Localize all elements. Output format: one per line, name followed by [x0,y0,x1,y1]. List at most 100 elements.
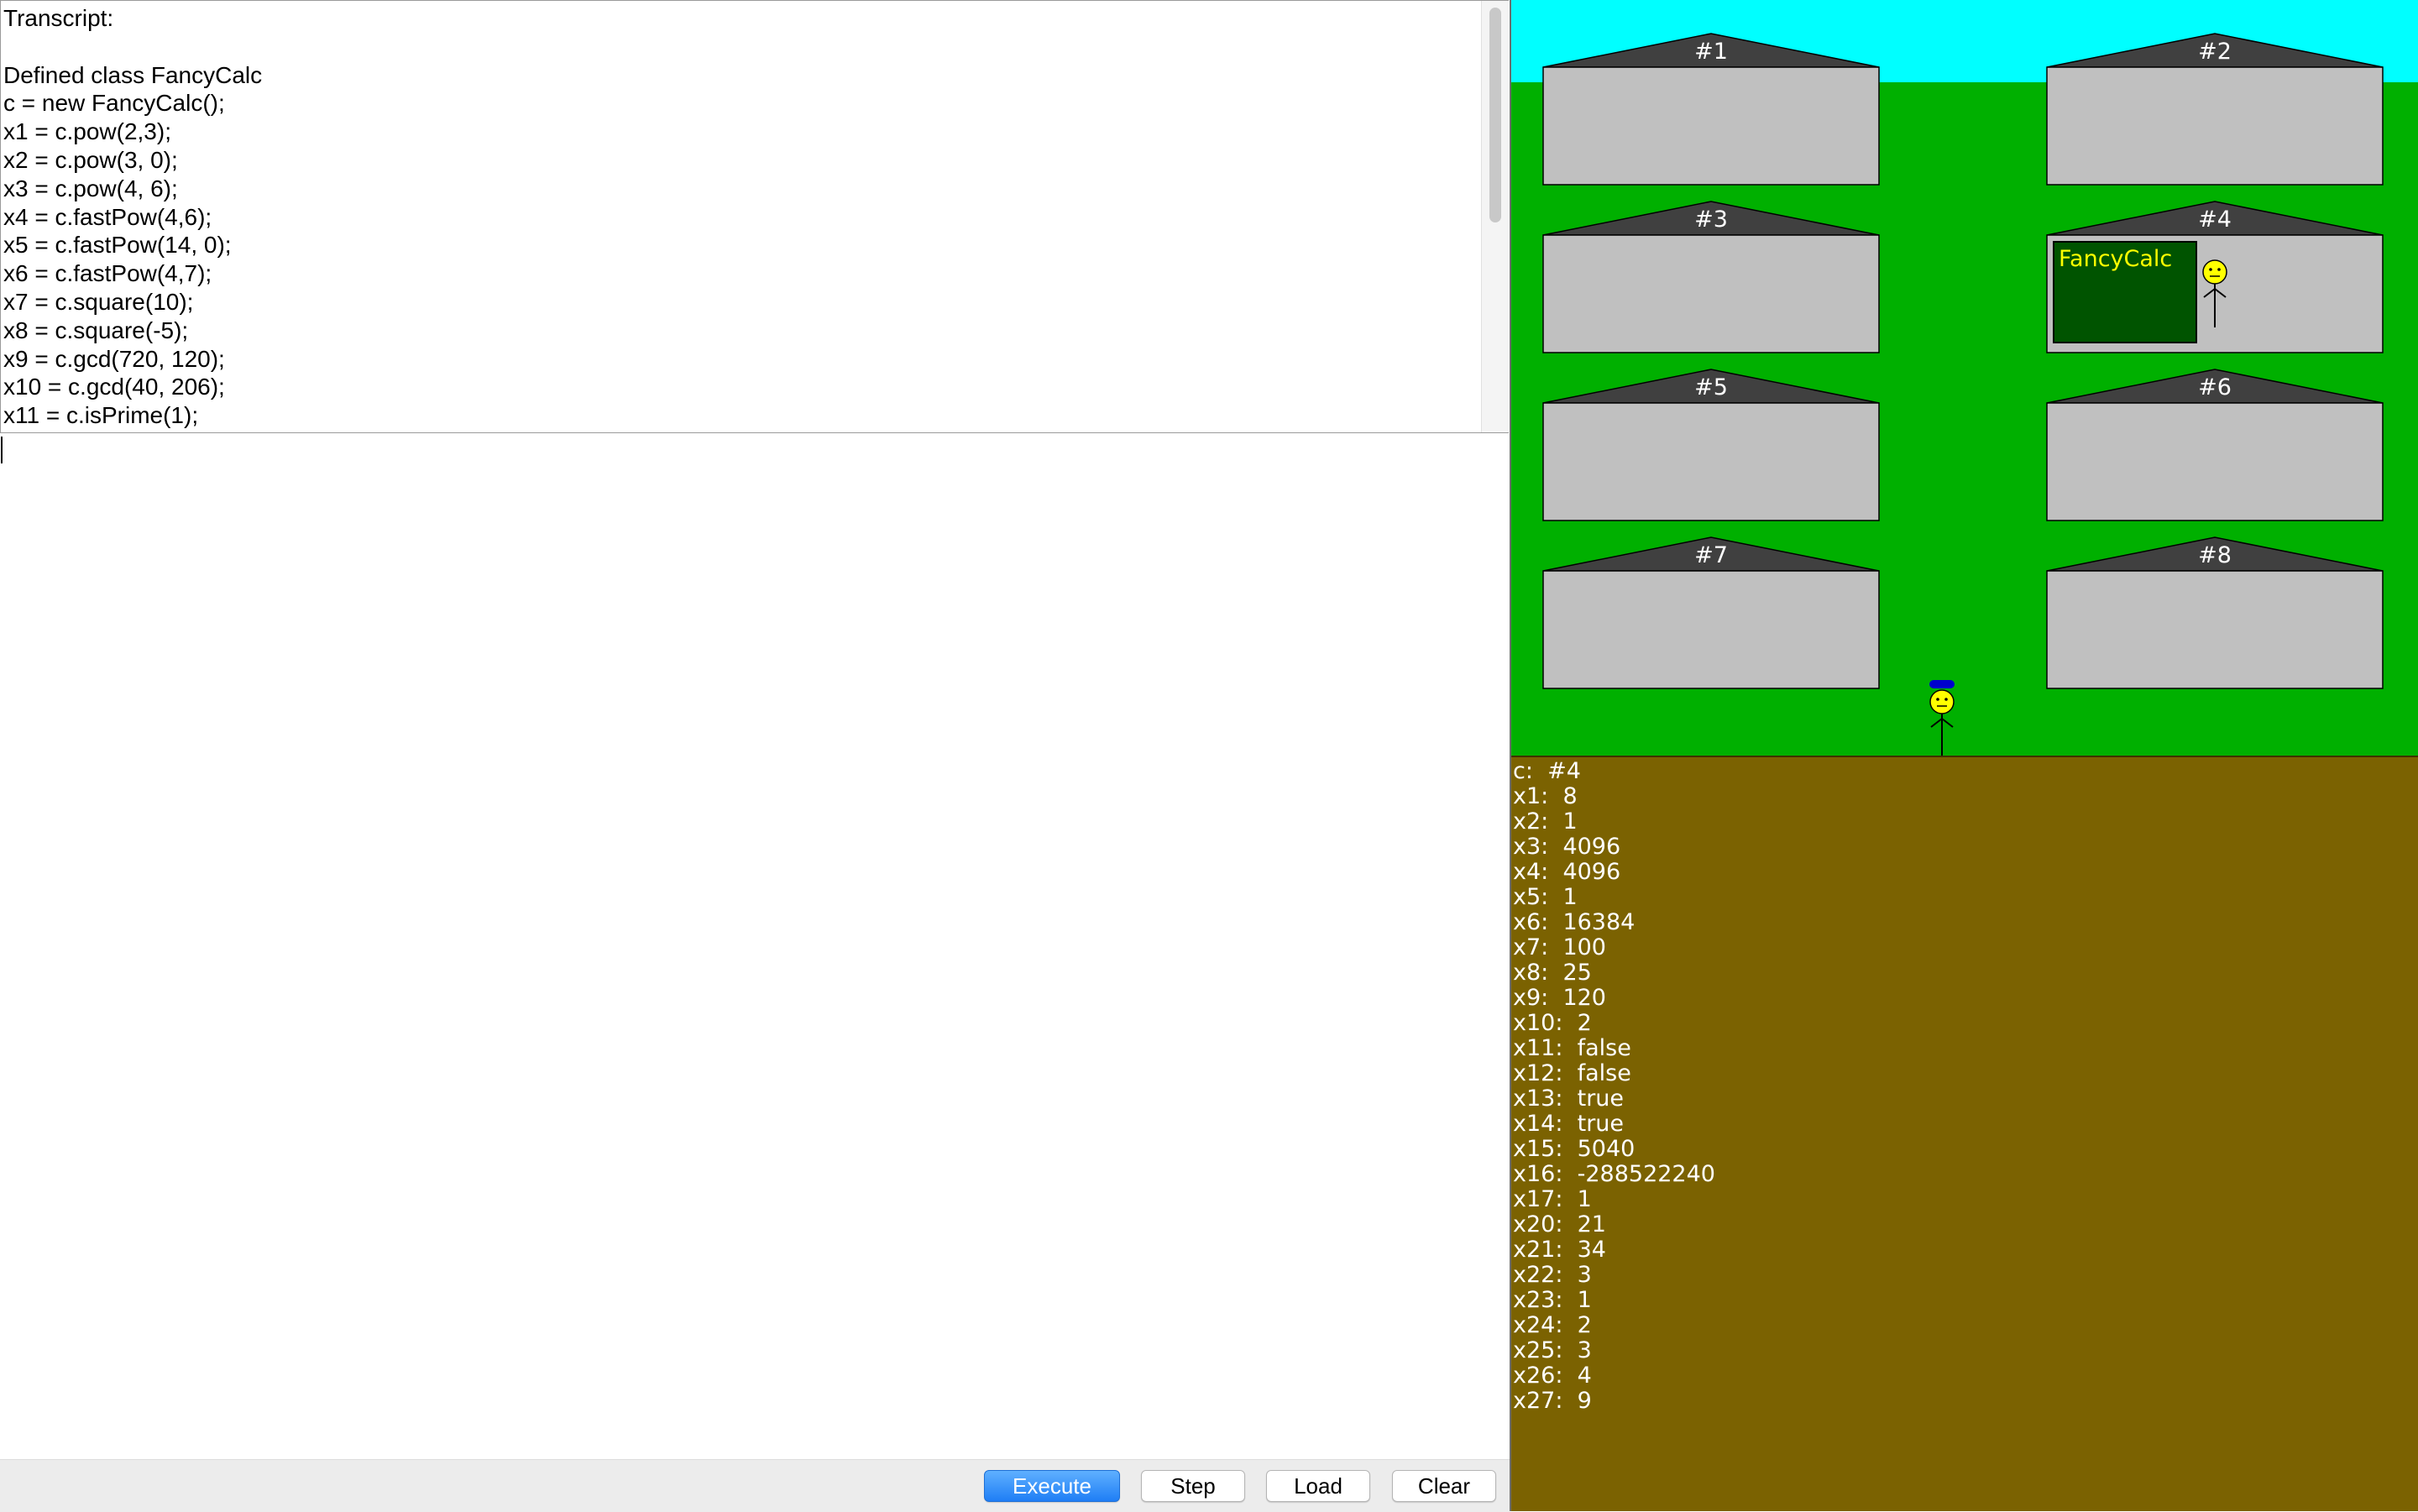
variables-panel: c: #4 x1: 8 x2: 1 x3: 4096 x4: 4096 x5: 1 x6: … [1511,756,2418,1511]
variable-separator: : [1555,1086,1578,1112]
variable-separator: : [1541,834,1563,860]
transcript-scrollbar[interactable] [1481,1,1509,432]
variable-row: x22: 3 [1513,1263,1715,1288]
variable-name: x9 [1513,985,1541,1011]
variable-name: x6 [1513,909,1541,935]
world-canvas: #1 #2 #3 #4 FancyCalc #5 #6 #7 #8 [1511,0,2418,756]
variable-separator: : [1555,1060,1578,1086]
variable-row: x13: true [1513,1086,1715,1112]
variable-value: true [1577,1111,1625,1137]
house-label: #8 [2198,542,2232,568]
house-label: #7 [1694,542,1728,568]
variable-name: x2 [1513,808,1541,834]
hat-icon [1929,680,1955,688]
variable-value: 3 [1577,1262,1592,1288]
variable-value: 34 [1577,1237,1606,1263]
variable-separator: : [1541,985,1563,1011]
variable-name: x4 [1513,859,1541,885]
load-button[interactable]: Load [1266,1470,1370,1502]
eye [1936,698,1939,701]
transcript-panel[interactable]: Transcript: Defined class FancyCalc c = ne… [0,0,1509,433]
variable-name: x1 [1513,783,1541,809]
variable-value: 3 [1577,1337,1592,1363]
variable-separator: : [1555,1035,1578,1061]
transcript-line: Transcript: [3,5,114,31]
house-body [1542,402,1880,521]
variable-value: 16384 [1562,909,1636,935]
eye [1944,698,1948,701]
variable-name: x7 [1513,934,1541,960]
variable-row: x23: 1 [1513,1288,1715,1313]
variable-separator: : [1555,1010,1578,1036]
variable-row: x10: 2 [1513,1011,1715,1036]
object-class-label: FancyCalc [2059,246,2172,272]
variable-separator: : [1555,1312,1578,1338]
variable-row: x12: false [1513,1061,1715,1086]
variable-row: x27: 9 [1513,1389,1715,1414]
variable-value: 1 [1577,1186,1592,1212]
variable-value: 120 [1562,985,1606,1011]
left-pane: Transcript: Defined class FancyCalc c = ne… [0,0,1510,1512]
transcript-line: x8 = c.square(-5); [3,317,189,343]
variable-value: false [1577,1035,1631,1061]
variable-row: x4: 4096 [1513,860,1715,885]
variable-row: x20: 21 [1513,1212,1715,1237]
execute-button[interactable]: Execute [984,1470,1120,1502]
variable-name: x8 [1513,960,1541,986]
variable-row: x8: 25 [1513,960,1715,986]
text-caret [1,437,3,463]
variable-name: x11 [1513,1035,1556,1061]
variable-row: x25: 3 [1513,1338,1715,1363]
variable-value: 2 [1577,1010,1592,1036]
variable-row: x6: 16384 [1513,910,1715,935]
variable-name: x13 [1513,1086,1556,1112]
variable-row: x14: true [1513,1112,1715,1137]
house-label: #3 [1694,207,1728,233]
variable-name: x24 [1513,1312,1556,1338]
house-body [1542,66,1880,186]
variable-name: x21 [1513,1237,1556,1263]
variable-separator: : [1541,909,1563,935]
variable-name: x3 [1513,834,1541,860]
variable-value: 9 [1577,1388,1592,1414]
house-body [1542,234,1880,353]
transcript-line: x9 = c.gcd(720, 120); [3,345,225,372]
face-icon [1929,689,1955,714]
clear-button[interactable]: Clear [1392,1470,1496,1502]
variable-value: 2 [1577,1312,1592,1338]
house-label: #2 [2198,39,2232,65]
variable-value: false [1577,1060,1631,1086]
scrollbar-thumb[interactable] [1489,8,1501,222]
transcript-line: c = new FancyCalc(); [3,90,225,117]
variable-value: 5040 [1577,1136,1636,1162]
variable-row: c: #4 [1513,759,1715,784]
transcript-line: x3 = c.pow(4, 6); [3,175,178,201]
variable-name: x10 [1513,1010,1556,1036]
variable-row: x3: 4096 [1513,834,1715,860]
variable-separator: : [1541,934,1563,960]
variable-name: x20 [1513,1211,1556,1237]
transcript-line: x5 = c.fastPow(14, 0); [3,232,232,259]
command-input[interactable] [0,433,1510,1459]
variable-name: x16 [1513,1161,1556,1187]
variable-value: true [1577,1086,1625,1112]
variable-separator: : [1555,1337,1578,1363]
variable-row: x5: 1 [1513,885,1715,910]
transcript-line: x2 = c.pow(3, 0); [3,146,178,173]
world-view: #1 #2 #3 #4 FancyCalc #5 #6 #7 #8 [1511,0,2418,756]
variable-value: 25 [1562,960,1592,986]
variable-row: x24: 2 [1513,1313,1715,1338]
house-body [2046,570,2384,689]
variable-separator: : [1541,859,1563,885]
variable-row: x21: 34 [1513,1237,1715,1263]
variable-row: x7: 100 [1513,935,1715,960]
variable-value: 4096 [1562,859,1621,885]
house-label: #4 [2198,207,2232,233]
transcript-line: x6 = c.fastPow(4,7); [3,260,212,287]
variable-row: x26: 4 [1513,1363,1715,1389]
variable-value: 4 [1577,1363,1592,1389]
step-button[interactable]: Step [1141,1470,1245,1502]
face-icon [2202,259,2227,285]
variable-value: 8 [1562,783,1578,809]
transcript-text: Transcript: Defined class FancyCalc c = ne… [3,4,1464,430]
